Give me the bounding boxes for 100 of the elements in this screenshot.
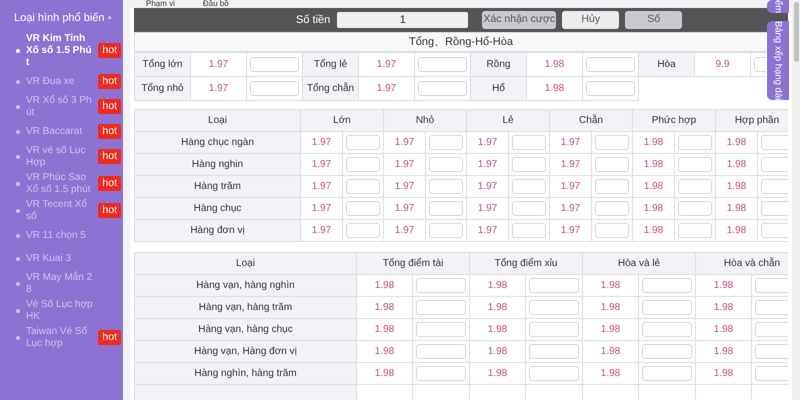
sidebar-item[interactable]: VR Phúc Sao Xổ số 1.5 phút hot [0,172,123,196]
odds-cell: 1.98 [356,296,412,318]
odds-cell: 1.97 [550,198,592,220]
odds-cell: 1.98 [356,318,412,340]
sidebar-item[interactable]: VR Xổ số 3 Phút hot [0,94,123,118]
column-header: Hợp phần [716,110,788,132]
bet-input[interactable] [512,223,546,238]
bet-input[interactable] [595,201,629,216]
bet-bar-button[interactable]: Xác nhận cược [482,11,556,29]
side-tab[interactable]: ểm [767,0,789,14]
odds-cell: 1.98 [696,340,752,362]
bet-input[interactable] [512,201,546,216]
bet-input[interactable] [595,179,629,194]
amount-label: Số tiền [296,12,330,28]
sidebar-item[interactable]: VR 11 chọn 5 [0,226,123,246]
bet-input[interactable] [595,135,629,150]
bet-input[interactable] [529,344,579,359]
sidebar-item[interactable]: VR Tecent Xổ số hot [0,198,123,222]
bet-input[interactable] [346,157,380,172]
bet-input[interactable] [429,157,463,172]
amount-field[interactable]: 1 [337,12,468,28]
odds-cell: 1.97 [550,154,592,176]
odds-cell: 1.97 [466,220,508,242]
bet-input[interactable] [418,57,467,72]
bet-input[interactable] [429,223,463,238]
bet-input[interactable] [595,157,629,172]
bet-input[interactable] [416,300,466,315]
odds-cell: 1.97 [466,132,508,154]
bet-input[interactable] [416,366,466,381]
bet-input[interactable] [595,223,629,238]
odds-cell: 1.98 [582,274,638,296]
odds-cell: 1.98 [470,318,526,340]
hot-badge: hot [98,176,121,191]
sidebar-item[interactable]: VR Kuai 3 [0,248,123,268]
bet-bar-button[interactable]: Hủy [562,11,620,29]
sidebar-item[interactable]: Vé Số Lục hợp HK [0,298,123,322]
odds-cell: 1.97 [190,76,246,100]
odds-cell: 1.97 [384,132,426,154]
odds-cell: 1.98 [632,198,674,220]
sidebar-item[interactable]: VR Đua xe hot [0,72,123,92]
bet-input[interactable] [346,135,380,150]
bet-input[interactable] [761,223,788,238]
bet-input[interactable] [429,179,463,194]
row-label: Hàng trăm [134,176,300,198]
column-header: Tổng điểm tài [356,252,470,274]
scrollbar-thumb[interactable] [794,2,798,62]
side-tab[interactable]: Bảng xếp hạng dài [767,21,789,100]
bet-input[interactable] [678,223,712,238]
hot-badge: hot [98,74,121,89]
sidebar-item[interactable]: VR May Mắn 28 [0,272,123,296]
sidebar-item[interactable]: VR vé số Lục Hợp hot [0,144,123,168]
bet-bar-button[interactable]: Số [625,11,682,29]
bet-input[interactable] [586,81,635,96]
row-label: Hàng đơn vị [134,220,300,242]
odds-cell: 1.98 [716,176,758,198]
bet-input[interactable] [761,201,788,216]
odds-cell: 1.97 [550,220,592,242]
bet-input[interactable] [761,135,788,150]
bet-input[interactable] [512,179,546,194]
odds-cell: 1.98 [356,274,412,296]
bet-input[interactable] [529,322,579,337]
bet-input[interactable] [416,322,466,337]
bet-input[interactable] [642,344,692,359]
bet-input[interactable] [416,278,466,293]
bet-input[interactable] [642,322,692,337]
bet-input[interactable] [529,366,579,381]
sidebar-item[interactable]: VR Kim Tinh Xố số 1.5 Phút hot [0,32,123,68]
bet-input[interactable] [346,179,380,194]
bet-input[interactable] [678,157,712,172]
bet-input[interactable] [416,344,466,359]
bet-input[interactable] [529,278,579,293]
bet-input[interactable] [418,81,467,96]
bet-input[interactable] [642,300,692,315]
column-header: Loại [134,110,300,132]
bet-input[interactable] [678,179,712,194]
bet-input[interactable] [346,223,380,238]
bet-input[interactable] [429,135,463,150]
odds-cell: 1.98 [632,132,674,154]
bet-input[interactable] [761,179,788,194]
bet-input[interactable] [346,201,380,216]
bet-input[interactable] [529,300,579,315]
sidebar-item[interactable]: VR Baccarat hot [0,122,123,142]
bet-input[interactable] [250,81,299,96]
bet-input[interactable] [512,135,546,150]
bet-input[interactable] [429,201,463,216]
bet-input[interactable] [761,157,788,172]
bet-input[interactable] [586,57,635,72]
sidebar-item[interactable]: Taiwan Vé Số Lục hợp hot [0,326,123,350]
odds-cell: 1.97 [466,154,508,176]
odds-cell: 1.97 [550,132,592,154]
odds-cell: 9.9 [694,52,750,76]
bet-input[interactable] [642,278,692,293]
column-header: Chẵn [550,110,632,132]
sidebar-title: Loại hình phổ biến [14,11,105,26]
bet-input[interactable] [678,135,712,150]
bet-input[interactable] [512,157,546,172]
bet-input[interactable] [642,366,692,381]
column-header: Lớn [300,110,384,132]
bet-input[interactable] [678,201,712,216]
bet-input[interactable] [250,57,299,72]
